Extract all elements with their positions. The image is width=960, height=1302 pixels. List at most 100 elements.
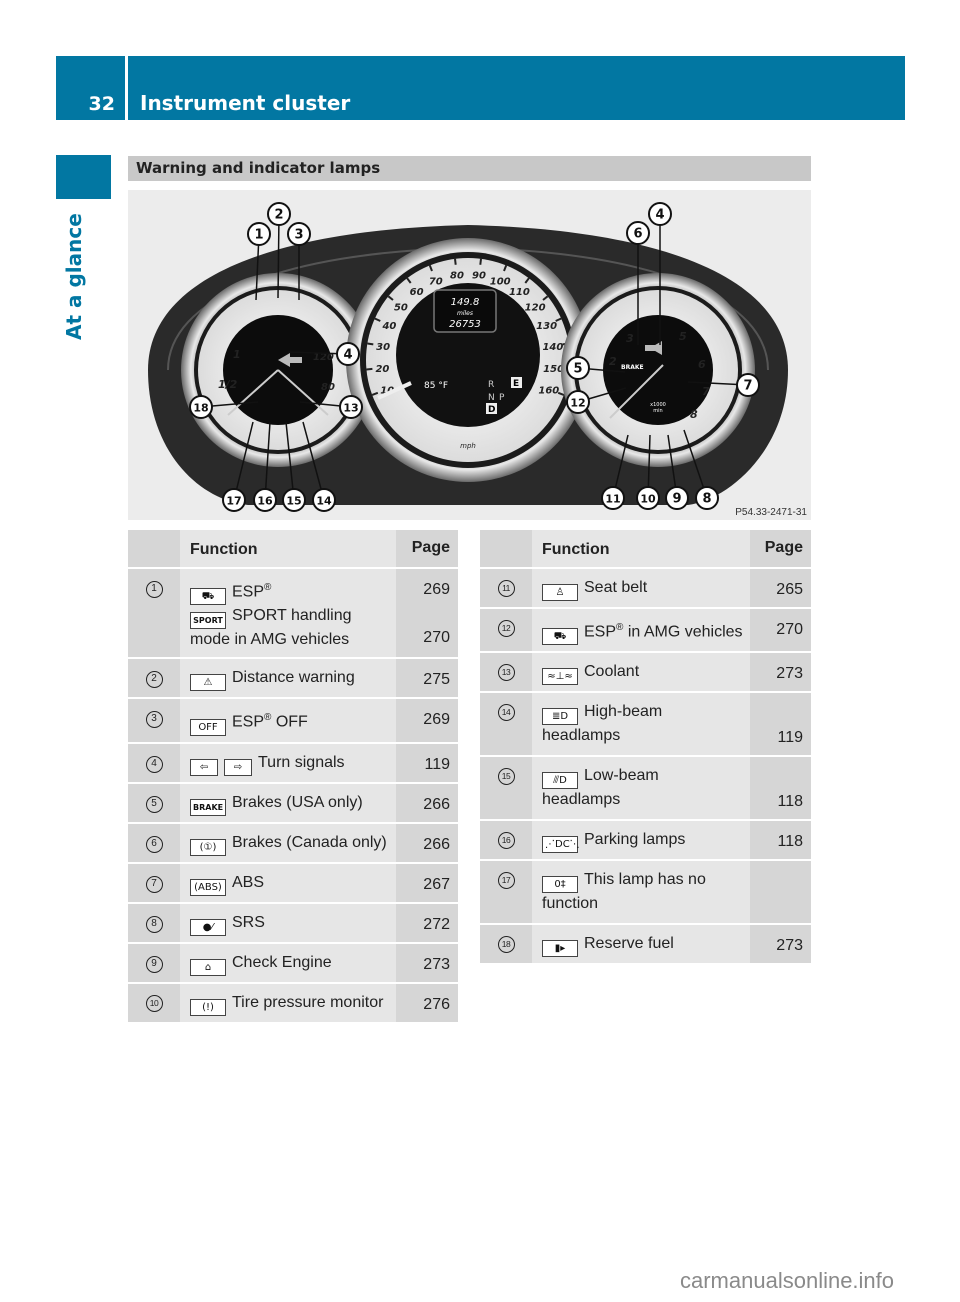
function-text: ESP xyxy=(232,583,265,601)
row-function: ≣D High-beam headlamps xyxy=(532,692,750,758)
page-reference[interactable]: 267 xyxy=(396,874,450,896)
callout-number: 16 xyxy=(257,495,273,508)
function-text: ESP xyxy=(584,623,617,641)
page-reference[interactable] xyxy=(750,895,803,917)
row-page: 272 xyxy=(396,902,458,944)
row-page: 273 xyxy=(396,942,458,984)
table-row: 12 ⛟ ESP® in AMG vehicles 270 xyxy=(480,608,811,654)
page-reference[interactable]: 118 xyxy=(750,831,803,853)
tach-tick: 7 xyxy=(702,385,710,398)
callout-number: 7 xyxy=(145,875,163,893)
speedometer-tick-label: 80 xyxy=(450,271,464,282)
esp-amg-icon: ⛟ xyxy=(542,628,578,646)
cluster-illustration: 1 1/2 120 80 149.8 miles 26753 85 °F R N… xyxy=(128,190,811,520)
function-text: ABS xyxy=(232,873,265,891)
speedometer-tick-label: 100 xyxy=(490,276,511,287)
row-function: ⋰DC⋱ Parking lamps xyxy=(532,820,750,862)
left-gauge-tick: 1 xyxy=(233,348,241,361)
header-function: Function xyxy=(180,530,396,569)
section-title: Warning and indicator lamps xyxy=(136,159,381,177)
page-reference[interactable] xyxy=(396,603,450,625)
srs-icon: ●⁄ xyxy=(190,918,226,936)
callout-number: 17 xyxy=(226,495,241,508)
row-function: BRAKE Brakes (USA only) xyxy=(180,782,396,824)
row-page: 119 xyxy=(750,692,811,758)
page-reference[interactable]: 272 xyxy=(396,914,450,936)
callout-number: 13 xyxy=(497,664,515,682)
chapter-header: Instrument cluster xyxy=(128,56,905,120)
lamp-table-left: Function Page 1 ⛟ ESP® SPORT SPORT handling m… xyxy=(128,530,458,1024)
row-index: 17 xyxy=(480,860,532,926)
function-text: Turn signals xyxy=(258,753,345,771)
tire-pressure-icon: (!) xyxy=(190,998,226,1016)
turn-left-icon: ⇦ xyxy=(190,758,218,776)
page-reference[interactable]: 119 xyxy=(396,754,450,776)
page-reference[interactable]: 276 xyxy=(396,994,450,1016)
row-function: ⛟ ESP® in AMG vehicles xyxy=(532,608,750,654)
row-function: ⫻D Low-beam headlamps xyxy=(532,756,750,822)
callout-number: 11 xyxy=(605,493,620,506)
function-text-suffix: in AMG vehicles xyxy=(623,623,743,641)
row-function: ●⁄ SRS xyxy=(180,902,396,944)
speedometer-tick-label: 160 xyxy=(538,385,559,396)
page-reference[interactable]: 270 xyxy=(396,627,450,649)
row-page: 265 xyxy=(750,568,811,609)
page-reference[interactable] xyxy=(750,871,803,893)
function-text: Tire pressure monitor xyxy=(232,993,384,1011)
header-index xyxy=(480,530,532,569)
function-line: headlamps xyxy=(542,725,746,747)
speedometer-tick-label: 70 xyxy=(429,276,443,287)
page-reference[interactable]: 269 xyxy=(396,579,450,601)
page-reference[interactable]: 266 xyxy=(396,834,450,856)
page-reference[interactable]: 118 xyxy=(750,791,803,813)
callout-number: 6 xyxy=(633,227,642,242)
row-function: 0‡ This lamp has no function xyxy=(532,860,750,926)
tach-tick: 2 xyxy=(609,355,617,368)
function-text-suffix: OFF xyxy=(271,713,308,731)
row-page: 269 xyxy=(396,698,458,744)
page-reference[interactable]: 265 xyxy=(750,579,803,601)
function-line: ⛟ ESP® in AMG vehicles xyxy=(542,617,746,646)
page-reference[interactable] xyxy=(750,767,803,789)
function-line: 0‡ This lamp has no xyxy=(542,869,746,894)
function-line: (!) Tire pressure monitor xyxy=(190,992,392,1016)
function-line: ⌂ Check Engine xyxy=(190,952,392,976)
page-reference[interactable]: 273 xyxy=(750,935,803,957)
page-reference[interactable]: 275 xyxy=(396,669,450,691)
page-reference[interactable] xyxy=(750,703,803,725)
callout-number: 12 xyxy=(497,620,515,637)
function-line: ⋰DC⋱ Parking lamps xyxy=(542,829,746,854)
callout-number: 2 xyxy=(145,671,163,689)
callout-number: 11 xyxy=(497,580,515,597)
row-page: 118 xyxy=(750,756,811,822)
function-line: ●⁄ SRS xyxy=(190,912,392,936)
row-index: 14 xyxy=(480,692,532,758)
callout-number: 16 xyxy=(497,832,515,850)
speedometer-tick-label: 30 xyxy=(376,342,390,353)
function-line: BRAKE Brakes (USA only) xyxy=(190,792,392,816)
watermark: carmanualsonline.info xyxy=(680,1268,895,1293)
callout-number: 7 xyxy=(743,379,752,394)
page-reference[interactable]: 273 xyxy=(750,663,803,685)
page-reference[interactable]: 269 xyxy=(396,709,450,731)
row-function: ⛟ ESP® SPORT SPORT handling mode in AMG vehi… xyxy=(180,568,396,660)
speed-unit: mph xyxy=(460,442,476,450)
page-reference[interactable]: 119 xyxy=(750,727,803,749)
tach-tick: 3 xyxy=(626,332,634,345)
rear-fog-icon: 0‡ xyxy=(542,876,578,894)
brake-canada-icon: (①) xyxy=(190,838,226,856)
speedometer-tick-label: 90 xyxy=(472,271,486,282)
function-line: ⫻D Low-beam xyxy=(542,765,746,790)
callout-number: 14 xyxy=(316,495,332,508)
row-function: (①) Brakes (Canada only) xyxy=(180,822,396,864)
row-index: 4 xyxy=(128,742,180,784)
row-index: 16 xyxy=(480,820,532,862)
function-line: OFF ESP® OFF xyxy=(190,707,392,736)
page-reference[interactable]: 270 xyxy=(750,619,803,641)
brake-icon: BRAKE xyxy=(190,798,226,816)
page-reference[interactable]: 266 xyxy=(396,794,450,816)
page-reference[interactable]: 273 xyxy=(396,954,450,976)
row-function: ⌂ Check Engine xyxy=(180,942,396,984)
speedometer-tick-mark xyxy=(366,367,373,371)
function-text: function xyxy=(542,895,599,913)
